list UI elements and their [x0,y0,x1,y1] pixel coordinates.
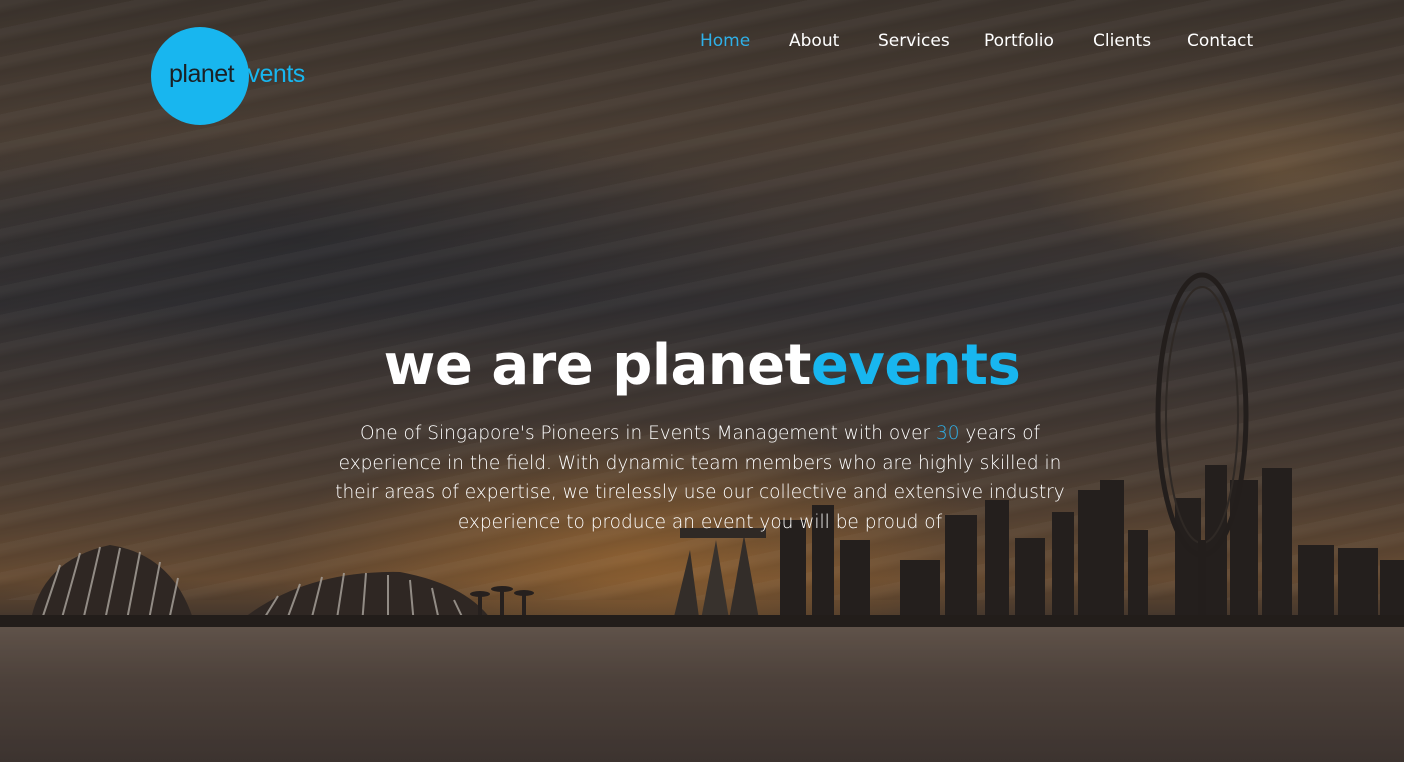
nav-item-contact[interactable]: Contact [1187,28,1253,54]
nav-item-clients[interactable]: Clients [1093,28,1151,54]
description-before: One of Singapore's Pioneers in Events Ma… [359,423,936,444]
nav-item-about[interactable]: About [789,28,839,54]
headline-main: we are planet [383,333,812,398]
logo-wordmark[interactable]: planetevents [169,58,305,90]
years-number: 30 [935,423,960,444]
nav-item-portfolio[interactable]: Portfolio [984,28,1054,54]
logo-text-dark: planet [169,60,235,88]
hero-description: One of Singapore's Pioneers in Events Ma… [322,419,1078,537]
logo-text-accent: events [234,60,305,88]
nav-item-services[interactable]: Services [878,28,950,54]
hero-headline: we are planetevents [0,330,1404,402]
main-nav: Home About Services Portfolio Clients Co… [0,28,1404,54]
headline-accent: events [810,333,1021,398]
nav-item-home[interactable]: Home [700,28,750,54]
